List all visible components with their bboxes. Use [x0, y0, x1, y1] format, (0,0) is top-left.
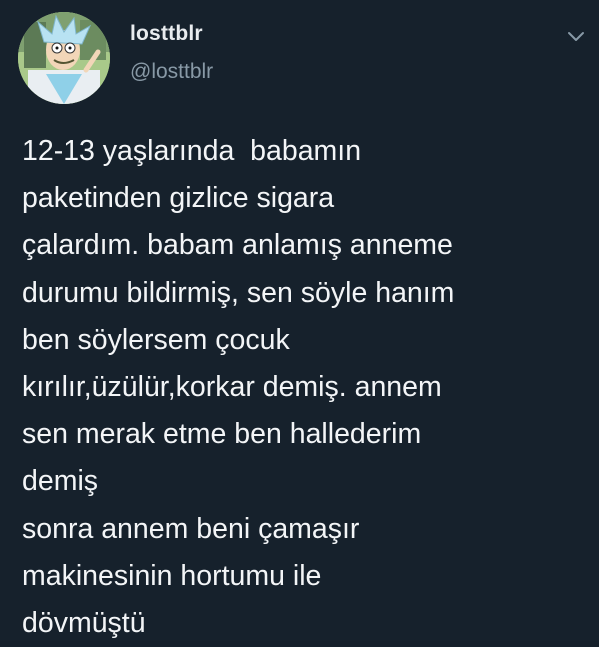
tweet-text-line: dövmüştü — [22, 607, 146, 640]
tweet-text-line: sonra annem beni çamaşır — [22, 512, 360, 545]
tweet-text-line: 12-13 yaşlarında babamın — [22, 135, 362, 167]
tweet-text: 12-13 yaşlarında babamın paketinden gizl… — [22, 128, 592, 647]
avatar[interactable] — [18, 12, 110, 104]
display-name[interactable]: losttblr — [130, 22, 213, 46]
tweet-header: losttblr @losttblr — [18, 12, 588, 104]
tweet-text-line: makinesinin hortumu ile — [22, 559, 322, 592]
tweet-text-line: demiş — [22, 465, 99, 498]
tweet-text-line: kırılır,üzülür,korkar demiş. annem — [22, 371, 442, 404]
tweet-text-line: paketinden gizlice sigara — [22, 182, 335, 215]
tweet-text-line: durumu bildirmiş, sen söyle hanım — [22, 276, 455, 309]
tweet-text-line: çalardım. babam anlamış anneme — [22, 229, 453, 262]
user-handle[interactable]: @losttblr — [130, 60, 213, 84]
tweet-card: losttblr @losttblr 12-13 yaşlarında baba… — [0, 0, 599, 641]
author-names: losttblr @losttblr — [130, 22, 213, 84]
avatar-image — [18, 12, 110, 104]
tweet-text-line: sen merak etme ben hallederim — [22, 418, 422, 451]
chevron-down-icon[interactable] — [566, 30, 586, 44]
tweet-text-line: ben söylersem çocuk — [22, 323, 290, 356]
